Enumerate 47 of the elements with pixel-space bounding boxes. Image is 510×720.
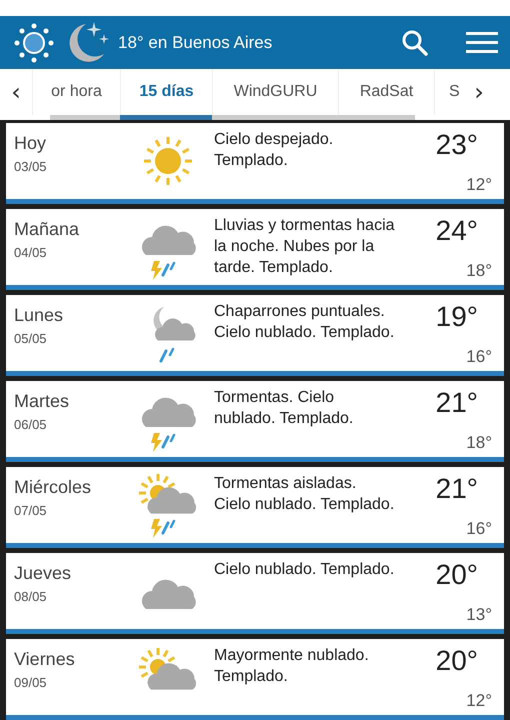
high-temperature: 19°	[436, 301, 478, 333]
sun-icon	[12, 20, 56, 64]
day-name: Lunes	[14, 305, 64, 326]
low-temperature: 16°	[466, 347, 492, 367]
forecast-row[interactable]: Mañana 04/05 Lluvias y tormentas hacia la noche. Nubes por la tarde. Templado. 24° 18°	[6, 209, 504, 290]
day-date: 06/05	[14, 417, 48, 432]
day-name: Viernes	[14, 649, 76, 670]
high-temperature: 21°	[436, 387, 478, 419]
day-date: 03/05	[14, 159, 48, 174]
forecast-row[interactable]: Viernes 09/05 Mayormente nublado. Templado. 20° 12°	[6, 639, 504, 720]
forecast-row[interactable]: Lunes 05/05 Chaparrones puntuales. Cielo nublado. Templado. 19° 16°	[6, 295, 504, 376]
menu-icon[interactable]	[466, 30, 498, 56]
low-temperature: 12°	[466, 175, 492, 195]
forecast-summary: Mayormente nublado. Templado.	[214, 646, 370, 687]
day-date: 08/05	[14, 589, 48, 604]
forecast-summary: Chaparrones puntuales. Cielo nublado. Templado.	[214, 302, 396, 343]
low-temperature: 18°	[466, 261, 492, 281]
low-temperature: 13°	[466, 605, 492, 625]
low-temperature: 12°	[466, 691, 492, 711]
forecast-row[interactable]: Hoy 03/05 Cielo despejado. Templado. 23° 12°	[6, 123, 504, 204]
forecast-summary: Cielo despejado. Templado.	[214, 130, 334, 171]
location-title: 18° en Buenos Aires	[118, 32, 274, 52]
day-date: 09/05	[14, 675, 48, 690]
forecast-row[interactable]: Miércoles 07/05 Tormentas aisladas. Cielo nublado. Templado. 21° 16°	[6, 467, 504, 548]
forecast-row[interactable]: Jueves 08/05 Cielo nublado. Templado. 20° 13°	[6, 553, 504, 634]
high-temperature: 20°	[436, 645, 478, 677]
day-name: Jueves	[14, 563, 72, 584]
forecast-row[interactable]: Martes 06/05 Tormentas. Cielo nublado. Templado. 21° 18°	[6, 381, 504, 462]
high-temperature: 23°	[436, 129, 478, 161]
forecast-summary: Lluvias y tormentas hacia la noche. Nubes por la tarde. Templado.	[214, 216, 396, 278]
high-temperature: 20°	[436, 559, 478, 591]
tab[interactable]: S	[434, 69, 463, 115]
day-name: Hoy	[14, 133, 48, 154]
high-temperature: 21°	[436, 473, 478, 505]
low-temperature: 18°	[466, 433, 492, 453]
search-icon[interactable]	[400, 28, 430, 58]
day-name: Miércoles	[14, 477, 92, 498]
high-temperature: 24°	[436, 215, 478, 247]
day-date: 07/05	[14, 503, 48, 518]
forecast-summary: Cielo nublado. Templado.	[214, 560, 396, 580]
low-temperature: 16°	[466, 519, 492, 539]
forecast-summary: Tormentas. Cielo nublado. Templado.	[214, 388, 354, 429]
day-name: Martes	[14, 391, 70, 412]
day-date: 04/05	[14, 245, 48, 260]
day-date: 05/05	[14, 331, 48, 346]
day-name: Mañana	[14, 219, 80, 240]
forecast-summary: Tormentas aisladas. Cielo nublado. Templado.	[214, 474, 396, 515]
